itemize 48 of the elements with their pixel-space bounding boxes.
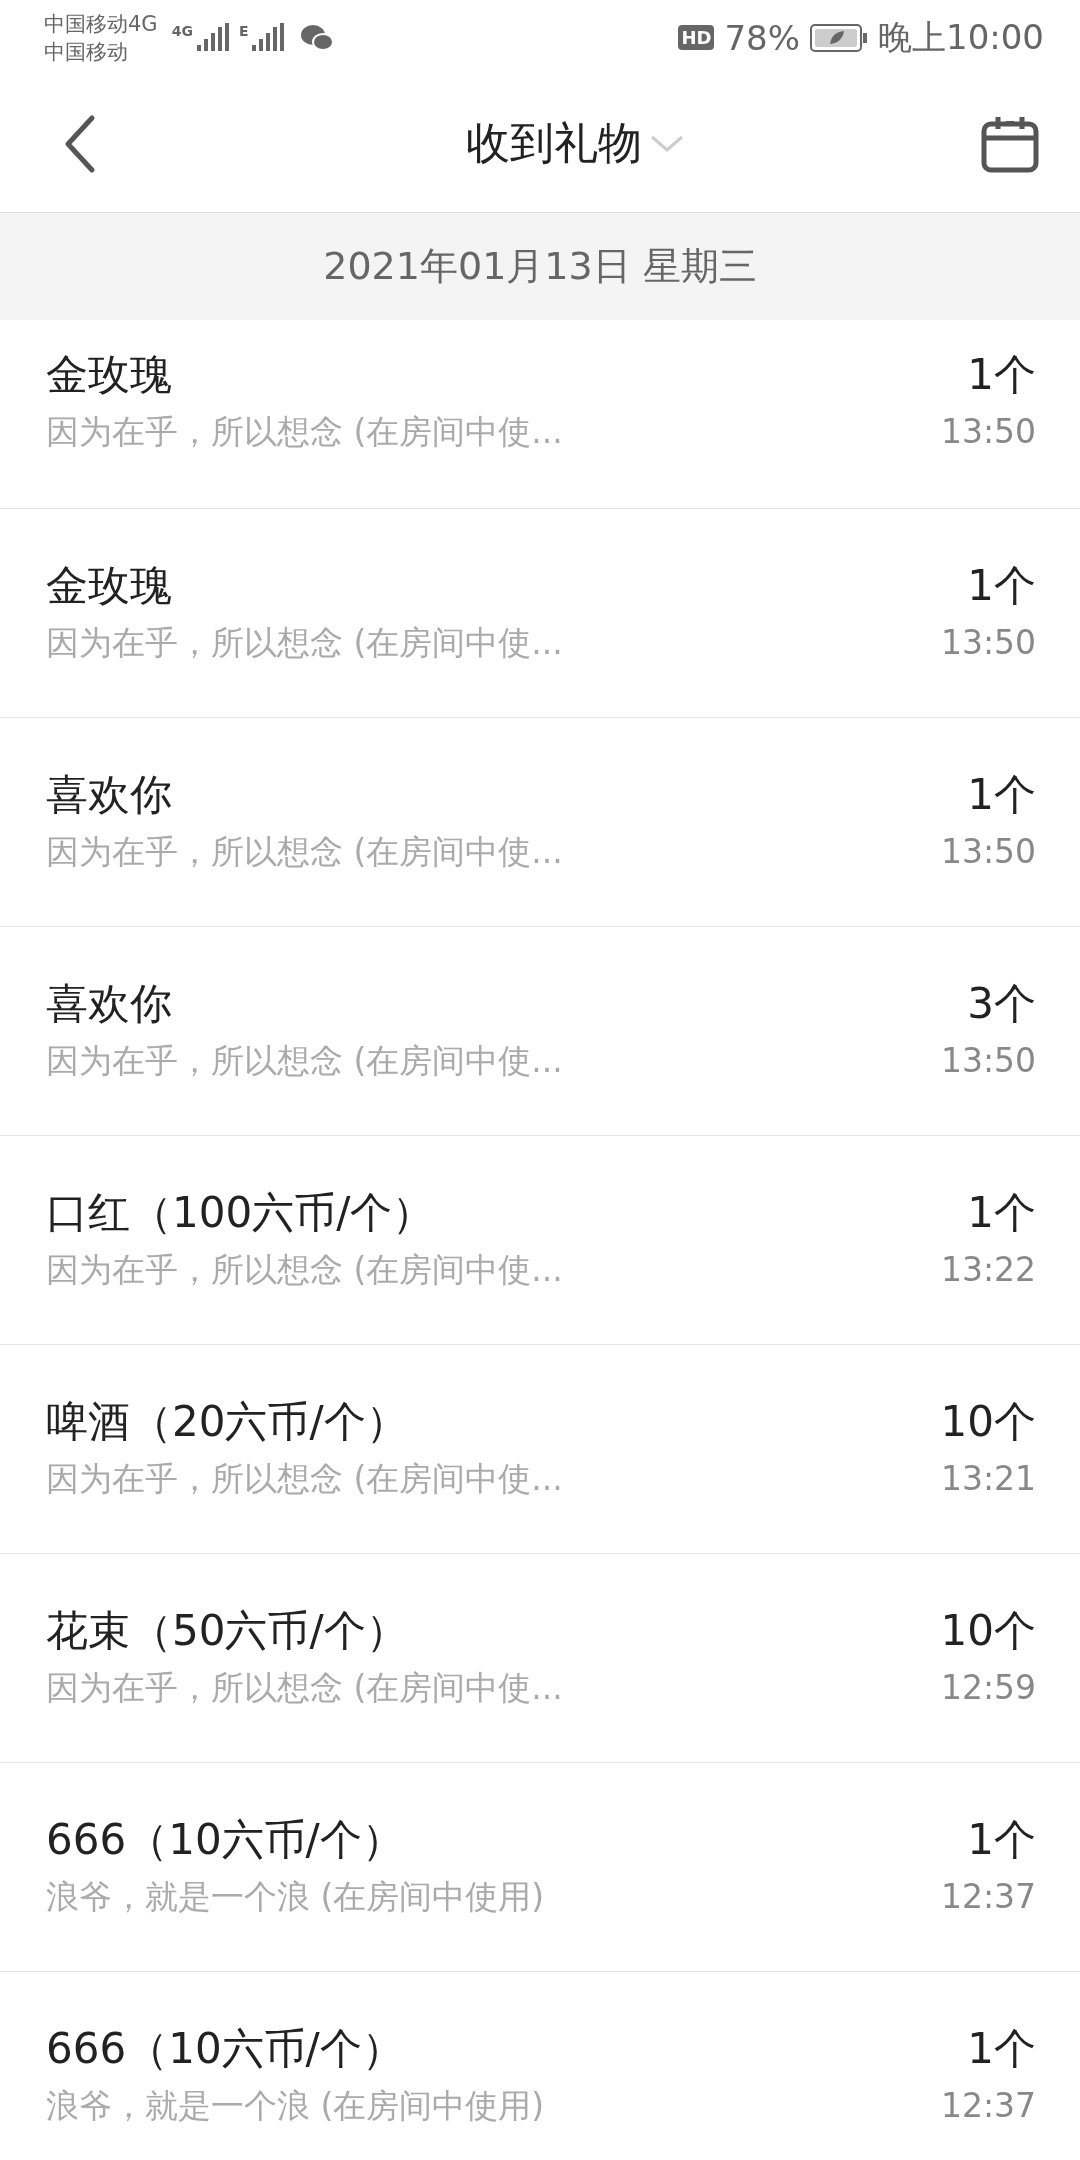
gift-time: 13:50: [940, 1040, 1036, 1082]
gift-name: 金玫瑰: [46, 349, 173, 401]
gift-message: 因为在乎，所以想念 (在房间中使...: [46, 1040, 563, 1082]
gift-count: 1个: [967, 1814, 1036, 1866]
network-type: E: [238, 22, 249, 39]
hd-icon: HD: [678, 25, 715, 50]
gift-message: 浪爷，就是一个浪 (在房间中使用): [46, 1876, 545, 1918]
gift-name: 喜欢你: [46, 769, 173, 821]
gift-time: 12:37: [940, 1876, 1036, 1918]
gift-count: 1个: [967, 769, 1036, 821]
gift-name: 口红（100六币/个）: [46, 1187, 436, 1239]
battery-percent: 78%: [724, 17, 800, 58]
gift-message: 因为在乎，所以想念 (在房间中使...: [46, 1249, 563, 1291]
gift-time: 13:50: [940, 411, 1036, 453]
signal-icon: [194, 22, 229, 53]
clock: 晚上10:00: [878, 15, 1044, 59]
gift-name: 啤酒（20六币/个）: [46, 1396, 409, 1448]
gift-message: 因为在乎，所以想念 (在房间中使...: [46, 1667, 563, 1709]
gift-count: 10个: [940, 1605, 1036, 1657]
battery-icon: [810, 23, 868, 52]
gift-message: 因为在乎，所以想念 (在房间中使...: [46, 622, 563, 664]
gift-message: 因为在乎，所以想念 (在房间中使...: [46, 411, 563, 453]
gift-time: 13:50: [940, 622, 1036, 664]
gift-count: 1个: [967, 560, 1036, 612]
gift-name: 666（10六币/个）: [46, 2023, 405, 2075]
gift-count: 1个: [967, 2023, 1036, 2075]
page-title[interactable]: 收到礼物: [466, 114, 642, 173]
gift-name: 花束（50六币/个）: [46, 1605, 409, 1657]
gift-count: 1个: [967, 1187, 1036, 1239]
gift-count: 3个: [967, 978, 1036, 1030]
gift-name: 喜欢你: [46, 978, 173, 1030]
gift-name: 666（10六币/个）: [46, 1814, 405, 1866]
gift-time: 13:21: [940, 1458, 1036, 1500]
gift-time: 13:50: [940, 831, 1036, 873]
network-type: 4G: [171, 22, 193, 39]
gift-time: 12:37: [940, 2085, 1036, 2127]
carrier-name: 中国移动: [44, 38, 129, 66]
gift-message: 浪爷，就是一个浪 (在房间中使用): [46, 2085, 545, 2127]
gift-name: 金玫瑰: [46, 560, 173, 612]
gift-time: 12:59: [940, 1667, 1036, 1709]
carrier-name: 中国移动4G: [44, 10, 158, 38]
gift-message: 因为在乎，所以想念 (在房间中使...: [46, 831, 563, 873]
date-header: 2021年01月13日 星期三: [0, 213, 1080, 320]
gift-message: 因为在乎，所以想念 (在房间中使...: [46, 1458, 563, 1500]
gift-count: 10个: [940, 1396, 1036, 1448]
gift-time: 13:22: [940, 1249, 1036, 1291]
gift-count: 1个: [967, 349, 1036, 401]
signal-icon: [250, 22, 285, 53]
